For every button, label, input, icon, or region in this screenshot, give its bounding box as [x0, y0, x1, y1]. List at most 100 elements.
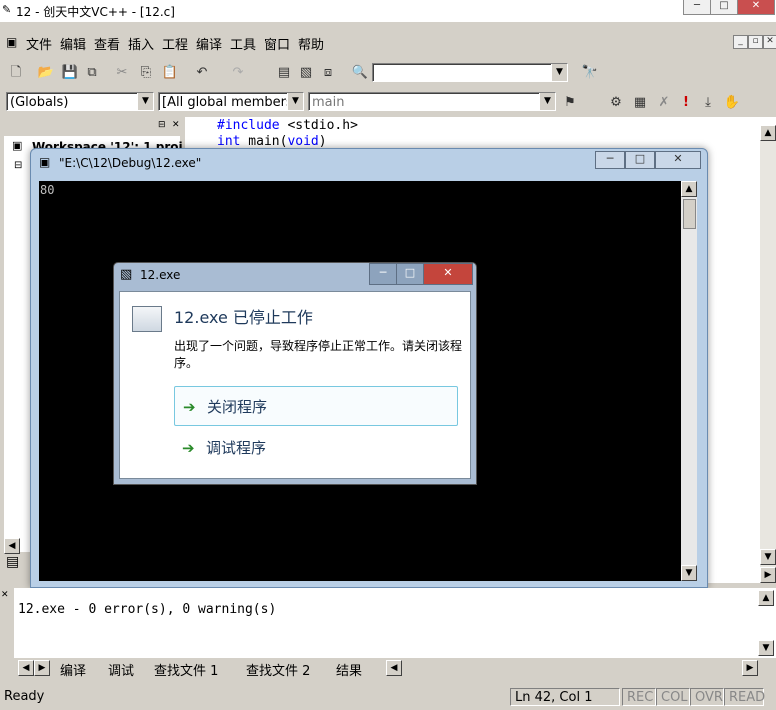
- status-ready: Ready: [4, 689, 45, 704]
- redo-icon[interactable]: ↷: [228, 63, 248, 83]
- menu-build[interactable]: 编译: [196, 34, 222, 53]
- wizard-toolbar: (Globals) ▼ [All global members ▼ main ▼ ⚑ …: [0, 90, 776, 116]
- error-dialog: ▧ 12.exe ─ □ ✕ 12.exe 已停止工作 出现了一个问题，导致程序…: [113, 262, 477, 485]
- scroll-right-button[interactable]: ▶: [760, 567, 776, 583]
- dialog-body: 12.exe 已停止工作 出现了一个问题，导致程序停止正常工作。请关闭该程序。 …: [119, 291, 471, 479]
- chevron-down-icon[interactable]: ▼: [551, 64, 567, 81]
- program-window-icon: [132, 306, 162, 332]
- scroll-up-button[interactable]: ▲: [681, 181, 697, 197]
- tab-scroll-left-button[interactable]: ◀: [18, 660, 34, 676]
- classview-tab-icon[interactable]: ▤: [6, 554, 26, 574]
- pane-close-icon[interactable]: ✕: [1, 590, 9, 600]
- execute-icon[interactable]: !: [676, 93, 696, 113]
- mdi-icon: ▣: [6, 35, 18, 49]
- menu-window[interactable]: 窗口: [264, 34, 290, 53]
- mdi-minimize-button[interactable]: _: [733, 35, 748, 49]
- scroll-down-button[interactable]: ▼: [758, 640, 774, 656]
- tab-find-in-files-1[interactable]: 查找文件 1: [154, 660, 218, 679]
- menu-tools[interactable]: 工具: [230, 34, 256, 53]
- pane-close-icon[interactable]: ✕: [172, 120, 180, 130]
- code-line-2: int main(void): [217, 134, 327, 149]
- paste-icon[interactable]: 📋: [160, 63, 180, 83]
- console-vscroll[interactable]: ▲ ▼: [681, 181, 697, 581]
- debug-program-button[interactable]: ➔ 调试程序: [174, 428, 458, 468]
- editor-vscroll[interactable]: ▲ ▼ ▶: [760, 125, 776, 583]
- mdi-close-button[interactable]: ✕: [763, 35, 776, 49]
- cut-icon[interactable]: ✂: [112, 63, 132, 83]
- save-icon[interactable]: 💾: [60, 63, 80, 83]
- output-icon[interactable]: ▧: [296, 63, 316, 83]
- menu-file[interactable]: 文件: [26, 34, 52, 53]
- build-icon[interactable]: ▦: [630, 93, 650, 113]
- tab-find-in-files-2[interactable]: 查找文件 2: [246, 660, 310, 679]
- minimize-button[interactable]: ─: [683, 0, 711, 15]
- maximize-button[interactable]: □: [710, 0, 738, 15]
- status-read: READ: [724, 688, 765, 706]
- hscroll-left-button[interactable]: ◀: [386, 660, 402, 676]
- new-file-icon[interactable]: 🗋: [6, 63, 26, 83]
- tab-debug[interactable]: 调试: [108, 660, 134, 679]
- chevron-down-icon[interactable]: ▼: [539, 93, 555, 110]
- scroll-up-button[interactable]: ▲: [758, 590, 774, 606]
- menu-project[interactable]: 工程: [162, 34, 188, 53]
- menu-edit[interactable]: 编辑: [60, 34, 86, 53]
- dialog-close-button[interactable]: ✕: [423, 263, 473, 285]
- chevron-down-icon[interactable]: ▼: [137, 93, 153, 110]
- copy-icon[interactable]: ⎘: [136, 63, 156, 83]
- step-into-icon[interactable]: ⤓: [698, 93, 718, 113]
- close-program-button[interactable]: ➔ 关闭程序: [174, 386, 458, 426]
- pane-pin-icon[interactable]: ⊟: [158, 120, 166, 130]
- dialog-maximize-button[interactable]: □: [396, 263, 424, 285]
- scroll-left-button[interactable]: ◀: [4, 538, 20, 554]
- console-icon: ▣: [39, 155, 51, 169]
- find-in-files-icon[interactable]: 🔍: [350, 63, 370, 83]
- scroll-down-button[interactable]: ▼: [760, 549, 776, 565]
- app-icon: ✎: [2, 3, 12, 16]
- save-all-icon[interactable]: ⧉: [82, 63, 102, 83]
- mdi-restore-button[interactable]: ▫: [748, 35, 763, 49]
- find-icon[interactable]: 🔭: [580, 63, 600, 83]
- console-maximize-button[interactable]: □: [625, 151, 655, 169]
- title-bar: ✎ 12 - 创天中文VC++ - [12.c] ─ □ ✕: [0, 0, 776, 22]
- workspace-icon: ▣: [12, 139, 23, 152]
- member-combo[interactable]: main ▼: [308, 92, 556, 111]
- close-button[interactable]: ✕: [737, 0, 775, 15]
- window-title: 12 - 创天中文VC++ - [12.c]: [16, 5, 175, 19]
- tab-results[interactable]: 结果: [336, 660, 362, 679]
- dialog-minimize-button[interactable]: ─: [369, 263, 397, 285]
- tab-scroll-right-button[interactable]: ▶: [34, 660, 50, 676]
- arrow-right-icon: ➔: [183, 398, 196, 416]
- scroll-thumb[interactable]: [683, 199, 696, 229]
- undo-icon[interactable]: ↶: [192, 63, 212, 83]
- code-line-1: #include <stdio.h>: [217, 118, 358, 133]
- arrow-right-icon: ➔: [182, 439, 195, 457]
- workspace-icon[interactable]: ▤: [274, 63, 294, 83]
- menu-view[interactable]: 查看: [94, 34, 120, 53]
- status-rec: REC: [622, 688, 656, 706]
- menu-help[interactable]: 帮助: [298, 34, 324, 53]
- find-combo[interactable]: ▼: [372, 63, 568, 82]
- filter-combo[interactable]: [All global members ▼: [158, 92, 304, 111]
- dialog-heading: 12.exe 已停止工作: [174, 308, 313, 327]
- console-minimize-button[interactable]: ─: [595, 151, 625, 169]
- tab-build[interactable]: 编译: [60, 660, 86, 679]
- console-output: 80: [40, 183, 55, 197]
- class-combo[interactable]: (Globals) ▼: [6, 92, 154, 111]
- wizard-action-icon[interactable]: ⚑: [560, 93, 580, 113]
- dialog-message: 出现了一个问题，导致程序停止正常工作。请关闭该程序。: [174, 339, 463, 370]
- chevron-down-icon[interactable]: ▼: [287, 93, 303, 110]
- menu-insert[interactable]: 插入: [128, 34, 154, 53]
- open-folder-icon[interactable]: 📂: [36, 63, 56, 83]
- hand-icon[interactable]: ✋: [722, 93, 742, 113]
- console-close-button[interactable]: ✕: [655, 151, 701, 169]
- scroll-down-button[interactable]: ▼: [681, 565, 697, 581]
- scroll-up-button[interactable]: ▲: [760, 125, 776, 141]
- tree-expand-icon[interactable]: ⊟: [14, 160, 22, 171]
- hscroll-right-button[interactable]: ▶: [742, 660, 758, 676]
- output-text: 12.exe - 0 error(s), 0 warning(s): [18, 602, 277, 617]
- dialog-app-icon: ▧: [120, 267, 133, 282]
- compile-icon[interactable]: ⚙: [606, 93, 626, 113]
- stop-build-icon[interactable]: ✗: [654, 93, 674, 113]
- output-pane[interactable]: 12.exe - 0 error(s), 0 warning(s) ▲ ▼: [14, 588, 776, 658]
- window-list-icon[interactable]: ⧈: [318, 63, 338, 83]
